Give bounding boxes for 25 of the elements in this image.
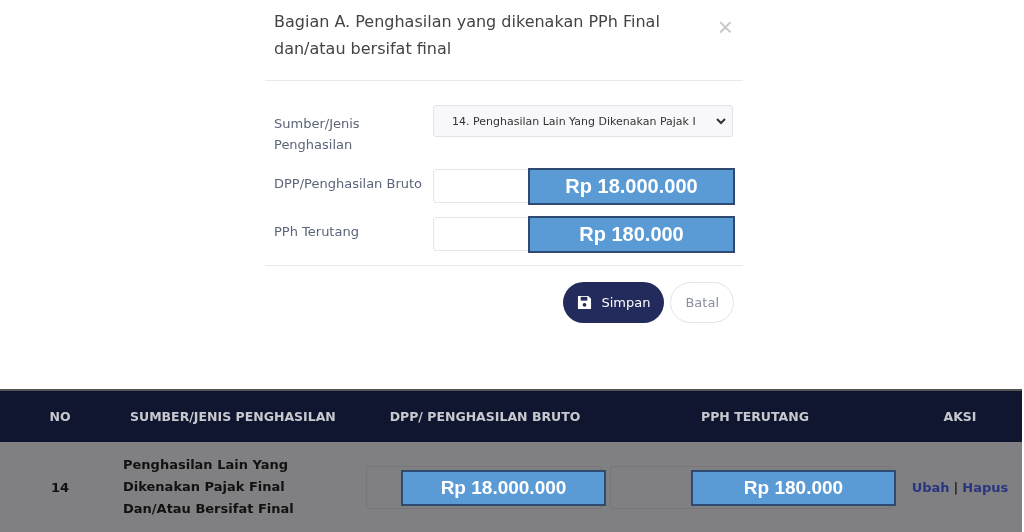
amount-callout: Rp 180.000 bbox=[691, 469, 896, 506]
amount-callout: Rp 18.000.000 bbox=[528, 168, 735, 205]
edit-link[interactable]: Ubah bbox=[911, 479, 950, 495]
amount-callout: Rp 180.000 bbox=[528, 216, 735, 253]
table-cell-text: Penghasilan Lain Yang Dikenakan Pajak Final Dan/Atau Bersifat Final bbox=[122, 456, 295, 518]
delete-link[interactable]: Hapus bbox=[962, 479, 1009, 495]
amount-callout: Rp 18.000.000 bbox=[401, 469, 606, 506]
field-label: Sumber/Jenis Penghasilan bbox=[274, 115, 361, 154]
table-cell-text: 14 bbox=[49, 479, 71, 495]
amount-field[interactable]: Rp 18.000.000 bbox=[432, 169, 734, 203]
column-header: SUMBER/JENIS PENGHASILAN bbox=[129, 409, 337, 424]
column-header: DPP/ PENGHASILAN BRUTO bbox=[388, 409, 582, 424]
field-label: PPh Terutang bbox=[274, 223, 360, 241]
separator: | bbox=[953, 479, 959, 495]
field-label: DPP/Penghasilan Bruto bbox=[274, 175, 424, 193]
close-button[interactable]: × bbox=[717, 12, 733, 42]
column-header: PPH TERUTANG bbox=[700, 409, 810, 424]
modal-title: Bagian A. Penghasilan yang dikenakan PPh Final dan/atau bersifat final bbox=[274, 11, 661, 60]
column-header: AKSI bbox=[942, 409, 978, 424]
cancel-button[interactable]: Batal bbox=[670, 282, 734, 323]
amount-field[interactable]: Rp 180.000 bbox=[432, 217, 734, 251]
chevron-down-icon bbox=[716, 117, 726, 125]
save-button[interactable]: Simpan bbox=[563, 282, 665, 323]
source-dropdown[interactable]: 14. Penghasilan Lain Yang Dikenakan Pajak I bbox=[433, 105, 733, 137]
column-header: NO bbox=[48, 409, 72, 424]
